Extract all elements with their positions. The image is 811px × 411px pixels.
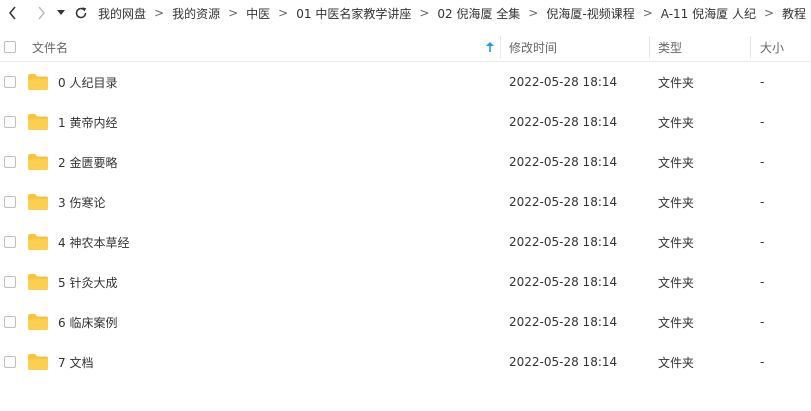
- caret-down-icon: [57, 10, 65, 15]
- column-header-modified[interactable]: 修改时间: [509, 32, 557, 62]
- row-checkbox[interactable]: [4, 196, 16, 208]
- forward-button[interactable]: [30, 0, 52, 26]
- file-row[interactable]: 6 临床案例 2022-05-28 18:14 文件夹 -: [0, 302, 811, 342]
- row-checkbox[interactable]: [4, 156, 16, 168]
- row-checkbox[interactable]: [4, 76, 16, 88]
- file-type: 文件夹: [658, 275, 695, 290]
- breadcrumb-item[interactable]: 02 倪海厦 全集: [437, 5, 520, 22]
- file-name[interactable]: 6 临床案例: [58, 302, 117, 342]
- file-type: 文件夹: [658, 355, 695, 370]
- file-size: -: [760, 115, 765, 129]
- folder-icon: [28, 234, 48, 250]
- file-row[interactable]: 1 黄帝内经 2022-05-28 18:14 文件夹 -: [0, 102, 811, 142]
- breadcrumb-separator: >: [278, 6, 289, 20]
- column-header-size[interactable]: 大小: [760, 32, 784, 62]
- row-checkbox[interactable]: [4, 356, 16, 368]
- file-size: -: [760, 235, 765, 249]
- file-type: 文件夹: [658, 75, 695, 90]
- file-modified: 2022-05-28 18:14: [509, 275, 618, 289]
- breadcrumb-item[interactable]: A-11 倪海厦 人纪: [661, 5, 756, 22]
- folder-icon: [28, 274, 48, 290]
- file-type: 文件夹: [658, 115, 695, 130]
- folder-icon: [28, 314, 48, 330]
- history-dropdown-button[interactable]: [54, 0, 68, 26]
- breadcrumb-item[interactable]: 01 中医名家教学讲座: [296, 5, 411, 22]
- breadcrumb-item[interactable]: 倪海厦-视频课程: [546, 5, 634, 22]
- file-size: -: [760, 275, 765, 289]
- breadcrumb-separator: >: [228, 6, 239, 20]
- chevron-right-icon: [38, 6, 45, 20]
- breadcrumb-item[interactable]: 我的资源: [172, 5, 220, 22]
- folder-icon: [28, 154, 48, 170]
- refresh-button[interactable]: [70, 0, 92, 26]
- column-divider[interactable]: [649, 36, 650, 58]
- breadcrumb-item[interactable]: 我的网盘: [98, 5, 146, 22]
- file-size: -: [760, 355, 765, 369]
- file-name[interactable]: 0 人纪目录: [58, 62, 117, 102]
- file-modified: 2022-05-28 18:14: [509, 355, 618, 369]
- file-modified: 2022-05-28 18:14: [509, 115, 618, 129]
- file-type: 文件夹: [658, 195, 695, 210]
- file-name[interactable]: 7 文档: [58, 342, 93, 382]
- file-type: 文件夹: [658, 155, 695, 170]
- breadcrumb-separator: >: [419, 6, 430, 20]
- file-modified: 2022-05-28 18:14: [509, 75, 618, 89]
- file-name[interactable]: 1 黄帝内经: [58, 102, 117, 142]
- folder-icon: [28, 74, 48, 90]
- back-button[interactable]: [2, 0, 24, 26]
- file-row[interactable]: 3 伤寒论 2022-05-28 18:14 文件夹 -: [0, 182, 811, 222]
- file-modified: 2022-05-28 18:14: [509, 195, 618, 209]
- file-modified: 2022-05-28 18:14: [509, 155, 618, 169]
- file-size: -: [760, 75, 765, 89]
- breadcrumb-separator: >: [763, 6, 775, 20]
- column-header-name[interactable]: 文件名: [32, 32, 68, 62]
- file-row[interactable]: 7 文档 2022-05-28 18:14 文件夹 -: [0, 342, 811, 382]
- folder-icon: [28, 194, 48, 210]
- file-list-header: 文件名 修改时间 类型 大小: [0, 32, 811, 62]
- file-type: 文件夹: [658, 315, 695, 330]
- column-divider[interactable]: [750, 36, 751, 58]
- row-checkbox[interactable]: [4, 236, 16, 248]
- breadcrumb: 我的网盘 > 我的资源 > 中医 > 01 中医名家教学讲座 > 02 倪海厦 …: [98, 5, 806, 22]
- row-checkbox[interactable]: [4, 276, 16, 288]
- file-row[interactable]: 2 金匮要略 2022-05-28 18:14 文件夹 -: [0, 142, 811, 182]
- folder-icon: [28, 354, 48, 370]
- toolbar: 我的网盘 > 我的资源 > 中医 > 01 中医名家教学讲座 > 02 倪海厦 …: [0, 0, 811, 26]
- file-modified: 2022-05-28 18:14: [509, 235, 618, 249]
- file-name[interactable]: 3 伤寒论: [58, 182, 105, 222]
- file-row[interactable]: 0 人纪目录 2022-05-28 18:14 文件夹 -: [0, 62, 811, 102]
- file-row[interactable]: 5 针灸大成 2022-05-28 18:14 文件夹 -: [0, 262, 811, 302]
- column-divider[interactable]: [500, 36, 501, 58]
- file-row[interactable]: 4 神农本草经 2022-05-28 18:14 文件夹 -: [0, 222, 811, 262]
- file-size: -: [760, 195, 765, 209]
- breadcrumb-separator: >: [154, 6, 165, 20]
- breadcrumb-separator: >: [528, 6, 539, 20]
- refresh-icon: [75, 7, 87, 19]
- file-type: 文件夹: [658, 235, 695, 250]
- row-checkbox[interactable]: [4, 116, 16, 128]
- breadcrumb-item[interactable]: 中医: [246, 5, 270, 22]
- chevron-left-icon: [9, 6, 16, 20]
- select-all-checkbox[interactable]: [4, 41, 16, 53]
- file-name[interactable]: 5 针灸大成: [58, 262, 117, 302]
- column-header-type[interactable]: 类型: [658, 32, 682, 62]
- file-size: -: [760, 315, 765, 329]
- file-name[interactable]: 2 金匮要略: [58, 142, 117, 182]
- sort-arrow-up-icon[interactable]: [484, 41, 496, 53]
- breadcrumb-item[interactable]: 教程: [782, 5, 806, 22]
- row-checkbox[interactable]: [4, 316, 16, 328]
- folder-icon: [28, 114, 48, 130]
- file-modified: 2022-05-28 18:14: [509, 315, 618, 329]
- file-name[interactable]: 4 神农本草经: [58, 222, 129, 262]
- file-size: -: [760, 155, 765, 169]
- breadcrumb-separator: >: [642, 6, 653, 20]
